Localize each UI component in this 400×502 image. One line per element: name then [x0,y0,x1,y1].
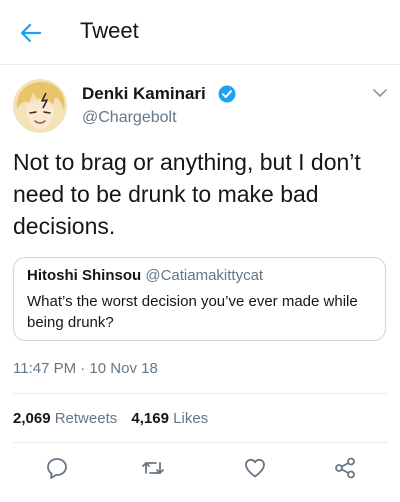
heart-icon [245,458,265,478]
retweets-count: 2,069 [13,410,51,427]
reply-button[interactable] [45,456,69,480]
author-name[interactable]: Denki Kaminari [82,84,206,104]
quoted-tweet-text: What’s the worst decision you’ve ever ma… [27,293,358,331]
retweet-button[interactable] [141,456,165,480]
tweet-stats: 2,069 Retweets 4,169 Likes [13,410,218,427]
like-button[interactable] [243,456,267,480]
likes-count: 4,169 [131,410,169,427]
retweets-stat[interactable]: 2,069 Retweets [13,410,121,427]
quoted-tweet[interactable]: Hitoshi Shinsou @Catiamakittycat What’s … [13,257,386,341]
verified-badge-icon [218,85,236,103]
avatar[interactable] [13,79,67,133]
divider [13,442,388,443]
quoted-author-handle: @Catiamakittycat [145,267,264,284]
likes-stat[interactable]: 4,169 Likes [131,410,208,427]
quoted-author-name: Hitoshi Shinsou [27,267,142,284]
tweet-timestamp[interactable]: 11:47 PM · 10 Nov 18 [13,360,158,377]
page-title: Tweet [80,18,139,43]
top-bar: Tweet [0,0,400,64]
share-icon [335,457,355,479]
author-handle[interactable]: @Chargebolt [82,109,177,127]
likes-label: Likes [173,410,209,427]
tweet-text: Not to brag or anything, but I don’t nee… [13,149,361,239]
retweet-icon [142,462,164,474]
chevron-down-icon[interactable] [371,84,389,102]
retweets-label: Retweets [54,410,118,427]
quoted-tweet-header: Hitoshi Shinsou @Catiamakittycat [27,267,263,284]
share-button[interactable] [333,456,357,480]
reply-icon [47,458,67,479]
divider [13,393,388,394]
header-divider [0,64,400,65]
arrow-left-icon[interactable] [18,20,44,46]
